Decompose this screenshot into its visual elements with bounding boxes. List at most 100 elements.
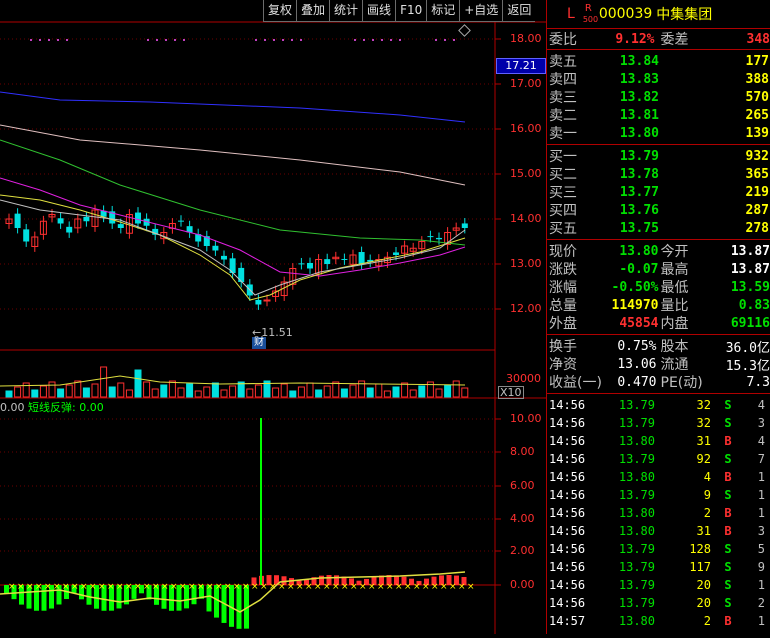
event-dot xyxy=(174,39,176,41)
toolbar-button-7[interactable]: 返回 xyxy=(502,0,536,22)
fund-value-2: 7.3 xyxy=(746,374,770,390)
stat-label: 外盘 xyxy=(549,316,577,332)
tick-row[interactable]: 14:56 13.80 31 B 4 xyxy=(547,432,770,450)
sell-volume: 265 xyxy=(745,107,769,123)
signal-x-icon: × xyxy=(26,582,34,592)
toolbar-button-2[interactable]: 统计 xyxy=(329,0,363,22)
stat-row: 外盘 45854 内盘 69116 xyxy=(547,314,770,333)
tick-row[interactable]: 14:56 13.79 20 S 1 xyxy=(547,576,770,594)
stat-value-2: 0.83 xyxy=(738,297,770,313)
kline-svg[interactable]: × × × × × × × × × × × × × × × × × × × × × × × × × × × × × × × × × × × × × × × ×… xyxy=(0,0,546,634)
toolbar-button-0[interactable]: 复权 xyxy=(263,0,297,22)
sell-row[interactable]: 卖四 13.83 388 xyxy=(547,70,770,89)
tick-row[interactable]: 14:56 13.79 128 S 5 xyxy=(547,540,770,558)
sell-price: 13.82 xyxy=(619,89,659,105)
volume-bar xyxy=(143,381,151,398)
volume-bar xyxy=(151,388,159,398)
buy-level-label: 买二 xyxy=(549,167,577,183)
signal-x-icon: × xyxy=(170,582,178,592)
tick-row[interactable]: 14:56 13.79 92 S 7 xyxy=(547,450,770,468)
tick-row[interactable]: 14:56 13.80 2 B 1 xyxy=(547,504,770,522)
signal-x-icon: × xyxy=(269,582,277,592)
buy-volume: 278 xyxy=(745,220,769,236)
signal-x-icon: × xyxy=(206,582,214,592)
signal-x-icon: × xyxy=(296,582,304,592)
fund-label-2: 股本 xyxy=(660,339,689,355)
sell-row[interactable]: 卖二 13.81 265 xyxy=(547,106,770,125)
signal-x-icon: × xyxy=(260,582,268,592)
signal-x-icon: × xyxy=(188,582,196,592)
buy-row[interactable]: 买二 13.78 365 xyxy=(547,165,770,184)
fund-row: 换手 0.75% 股本 36.0亿 xyxy=(547,337,770,356)
signal-x-icon: × xyxy=(125,582,133,592)
candle-body xyxy=(324,259,331,264)
sell-row[interactable]: 卖一 13.80 139 xyxy=(547,124,770,143)
financial-report-marker[interactable]: 财 xyxy=(252,337,266,349)
tick-row[interactable]: 14:57 13.80 2 B 1 xyxy=(547,612,770,630)
toolbar-button-1[interactable]: 叠加 xyxy=(296,0,330,22)
tick-count: 4 xyxy=(757,398,765,412)
stat-label-2: 内盘 xyxy=(660,316,689,332)
volume-bar xyxy=(125,389,133,398)
tick-side: S xyxy=(724,416,732,430)
volume-bar xyxy=(5,390,13,398)
buy-row[interactable]: 买四 13.76 287 xyxy=(547,201,770,220)
signal-x-icon: × xyxy=(368,582,376,592)
signal-x-icon: × xyxy=(116,582,124,592)
tick-row[interactable]: 14:56 13.79 20 S 2 xyxy=(547,594,770,612)
candle-body xyxy=(212,245,219,251)
tick-price: 13.79 xyxy=(618,560,655,574)
event-dot xyxy=(300,39,302,41)
buy-price: 13.76 xyxy=(619,202,659,218)
signal-x-icon: × xyxy=(422,582,430,592)
event-dot xyxy=(39,39,41,41)
tick-side: B xyxy=(724,524,732,538)
candle-body xyxy=(135,212,141,224)
signal-x-icon: × xyxy=(197,582,205,592)
event-dot xyxy=(435,39,437,41)
tick-time: 14:56 xyxy=(549,434,586,448)
toolbar-button-4[interactable]: F10 xyxy=(395,0,427,22)
signal-x-icon: × xyxy=(305,582,313,592)
tick-row[interactable]: 14:56 13.79 32 S 4 xyxy=(547,396,770,414)
toolbar-button-5[interactable]: 标记 xyxy=(426,0,460,22)
buy-row[interactable]: 买三 13.77 219 xyxy=(547,183,770,202)
toolbar-button-6[interactable]: +自选 xyxy=(459,0,503,22)
tick-row[interactable]: 14:56 13.79 9 S 1 xyxy=(547,486,770,504)
buy-level-label: 买三 xyxy=(549,185,577,201)
tick-side: S xyxy=(724,596,732,610)
tick-row[interactable]: 14:56 13.79 32 S 3 xyxy=(547,414,770,432)
sell-row[interactable]: 卖五 13.84 177 xyxy=(547,52,770,71)
tick-row[interactable]: 14:56 13.80 31 B 3 xyxy=(547,522,770,540)
stat-label-2: 最低 xyxy=(660,280,689,296)
tick-row[interactable]: 14:56 13.80 4 B 1 xyxy=(547,468,770,486)
event-dot xyxy=(390,39,392,41)
buy-row[interactable]: 买五 13.75 278 xyxy=(547,219,770,238)
price-tick-label: 15.00 xyxy=(510,167,542,180)
kline-chart-area[interactable]: × × × × × × × × × × × × × × × × × × × × × × × × × × × × × × × × × × × × × × × ×… xyxy=(0,0,546,634)
signal-x-icon: × xyxy=(278,582,286,592)
indicator-prefix: 0.00 xyxy=(0,401,25,414)
candle-body xyxy=(221,255,227,260)
volume-bar xyxy=(254,384,262,398)
signal-x-icon: × xyxy=(224,582,232,592)
signal-x-icon: × xyxy=(107,582,115,592)
volume-bar xyxy=(74,380,82,398)
event-dot xyxy=(57,39,59,41)
signal-x-icon: × xyxy=(152,582,160,592)
toolbar-button-3[interactable]: 画线 xyxy=(362,0,396,22)
event-dot xyxy=(30,39,32,41)
order-diff-label: 委差 xyxy=(660,32,689,48)
volume-bar xyxy=(177,387,185,398)
volume-bar xyxy=(366,387,374,398)
tick-price: 13.80 xyxy=(618,434,655,448)
tick-list[interactable]: 14:56 13.79 32 S 4 14:56 13.79 32 S 3 14:56 13.80 31… xyxy=(547,394,770,630)
sell-row[interactable]: 卖三 13.82 570 xyxy=(547,88,770,107)
tick-row[interactable]: 14:56 13.79 117 S 9 xyxy=(547,558,770,576)
buy-row[interactable]: 买一 13.79 932 xyxy=(547,147,770,166)
indicator-tick-label: 6.00 xyxy=(510,479,535,492)
tick-time: 14:56 xyxy=(549,578,586,592)
volume-bar xyxy=(323,385,331,398)
price-tick-label: 18.00 xyxy=(510,32,542,45)
volume-bar xyxy=(220,389,228,398)
